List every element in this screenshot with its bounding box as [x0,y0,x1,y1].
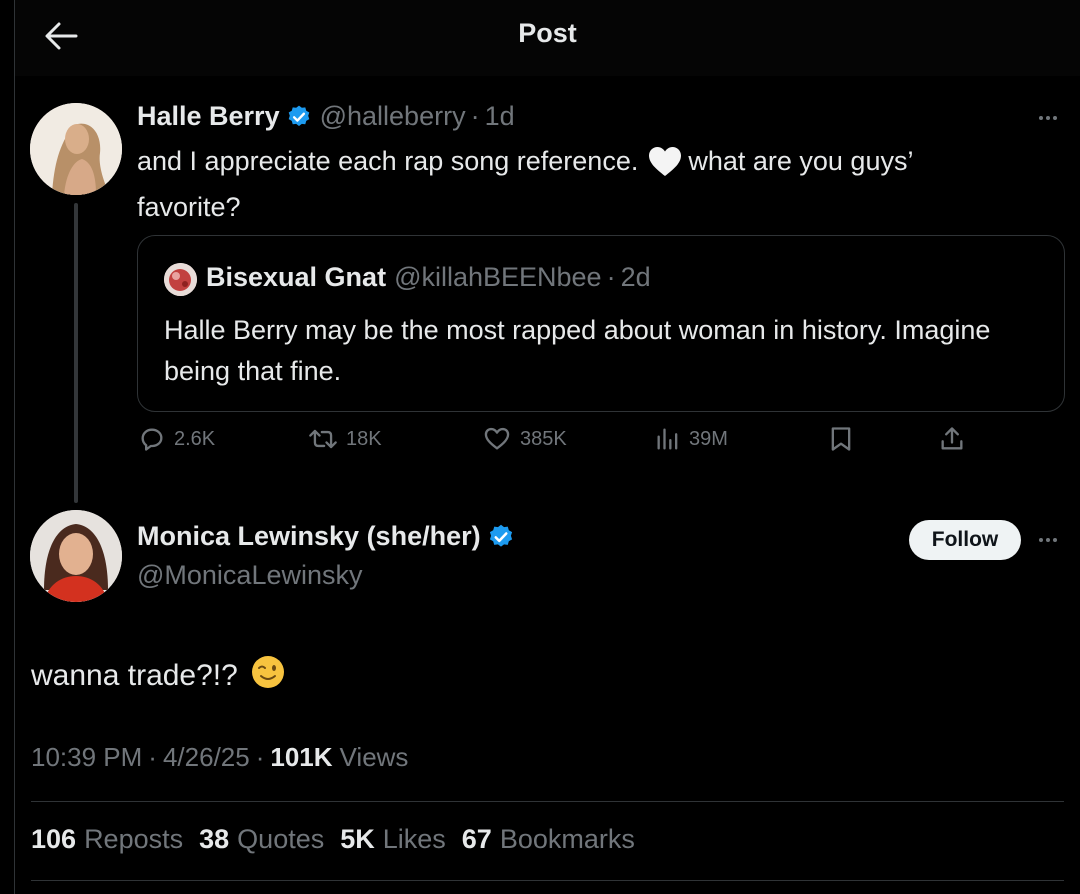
repost-button[interactable]: 18K [308,425,382,453]
quoted-post-card[interactable]: Bisexual Gnat @killahBEENbee · 2d Halle … [137,235,1065,412]
author-name[interactable]: Halle Berry [137,101,280,132]
likes-label: Likes [382,824,446,854]
avatar-image [30,103,122,195]
dot-icon [1053,538,1057,542]
like-count: 385K [520,427,567,450]
main-post-header: Monica Lewinsky (she/her) [137,521,515,552]
dot-icon [1046,538,1050,542]
white-heart-icon [648,146,682,188]
avatar-halle-berry[interactable] [30,103,122,195]
bookmark-icon [831,427,851,451]
post-meta: 10:39 PM · 4/26/25 · 101K Views [31,742,408,773]
reply-icon [141,428,163,451]
repost-icon [309,429,337,449]
separator-dot: · [606,262,616,292]
share-button[interactable] [938,425,966,453]
verified-badge-icon [487,523,515,551]
reposts-stat[interactable]: 106 Reposts [31,824,183,855]
tweet-header: Halle Berry @halleberry · 1d [137,101,515,132]
quotes-count: 38 [199,824,230,854]
verified-badge-icon [286,104,312,130]
heart-icon [484,427,510,450]
bookmarks-label: Bookmarks [499,824,635,854]
bar-chart-icon [657,428,678,450]
top-bar: Post [15,0,1080,76]
post-time[interactable]: 10:39 PM [31,742,142,773]
dot-icon [1039,116,1043,120]
page-title: Post [518,18,577,48]
tweet-text-part1: and I appreciate each rap song reference… [137,146,639,176]
post-date[interactable]: 4/26/25 [163,742,250,773]
quotes-label: Quotes [237,824,325,854]
post-text: wanna trade?!? [31,659,238,692]
likes-stat[interactable]: 5K Likes [340,824,446,855]
separator-dot: · [470,101,480,131]
bookmark-button[interactable] [829,425,853,453]
more-options-button[interactable] [1032,530,1064,550]
quote-author-handle: @killahBEENbee [394,262,602,292]
bookmarks-count: 67 [461,824,492,854]
views-button[interactable]: 39M [655,425,728,453]
view-count: 39M [689,427,728,450]
tweet-text: and I appreciate each rap song reference… [137,142,1017,226]
avatar-image [30,510,122,602]
author-name[interactable]: Monica Lewinsky (she/her) [137,521,481,552]
repost-count: 18K [346,427,382,450]
reply-button[interactable]: 2.6K [138,425,215,453]
reposts-count: 106 [31,824,77,854]
quote-text: Halle Berry may be the most rapped about… [164,315,991,386]
quote-author-name: Bisexual Gnat [206,262,387,292]
views-count: 101K [270,742,333,772]
main-post-text: wanna trade?!? [31,654,286,698]
views-label: Views [339,742,409,772]
author-handle[interactable]: @MonicaLewinsky [137,560,363,591]
author-handle[interactable]: @halleberry [320,101,466,132]
post-action-bar: 2.6K 18K 385K 39M [0,425,1080,465]
quoted-post-header: Bisexual Gnat @killahBEENbee · 2d [206,262,651,293]
winking-face-icon [250,654,286,698]
avatar-bisexual-gnat [164,263,197,296]
post-time[interactable]: 1d [485,101,515,132]
avatar-monica-lewinsky[interactable] [30,510,122,602]
reply-count: 2.6K [174,427,216,450]
share-icon [941,427,963,450]
separator-dot: · [148,742,157,772]
quotes-stat[interactable]: 38 Quotes [199,824,324,855]
engagement-stats: 106 Reposts 38 Quotes 5K Likes 67 Bookma… [31,824,635,855]
divider [31,801,1064,802]
dot-icon [1046,116,1050,120]
likes-count: 5K [340,824,375,854]
more-options-button[interactable] [1032,108,1064,128]
bookmarks-stat[interactable]: 67 Bookmarks [462,824,635,855]
separator-dot: · [255,742,265,772]
divider [31,880,1064,881]
reposts-label: Reposts [84,824,184,854]
dot-icon [1039,538,1043,542]
quote-time: 2d [620,262,651,292]
follow-button[interactable]: Follow [909,520,1021,560]
like-button[interactable]: 385K [482,425,567,453]
dot-icon [1053,116,1057,120]
